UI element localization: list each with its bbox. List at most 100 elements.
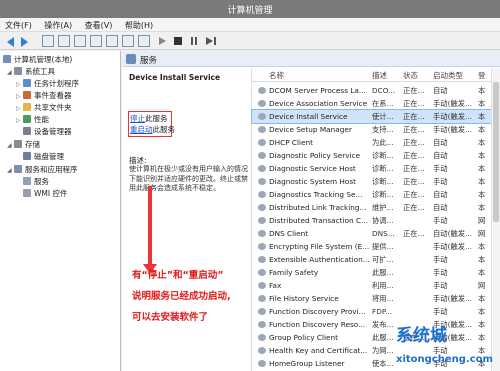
tree-task-scheduler[interactable]: ▷ 任务计划程序 <box>16 78 79 90</box>
service-gear-icon <box>258 295 266 302</box>
service-gear-icon <box>258 256 266 263</box>
refresh-icon[interactable] <box>90 35 102 47</box>
tree-services-apps[interactable]: ◢ 服务和应用程序 <box>7 164 78 176</box>
scrollbar-thumb[interactable] <box>493 82 499 222</box>
view-icon[interactable] <box>138 35 150 47</box>
service-name-cell: Fax <box>269 281 282 290</box>
expand-caret-icon[interactable]: ◢ <box>7 165 14 177</box>
service-startup-cell: 手动 <box>433 268 448 277</box>
restart-action: 重启动此服务 <box>130 125 175 134</box>
watermark: 系统城 xitongcheng.com <box>396 321 500 371</box>
menu-help[interactable]: 帮助(H) <box>120 18 158 31</box>
service-name-cell: Diagnostics Tracking Se... <box>269 190 363 199</box>
service-desc-cell: 协调... <box>372 216 394 225</box>
tree-disk-management[interactable]: 磁盘管理 <box>23 151 64 163</box>
column-name[interactable]: 名称 <box>269 70 284 81</box>
properties-icon[interactable] <box>74 35 86 47</box>
service-startup-cell: 自动 <box>433 86 448 95</box>
column-startup-type[interactable]: 启动类型 <box>433 70 463 81</box>
service-desc-cell: DNS... <box>372 229 395 238</box>
table-row[interactable]: Fax 利用... 手动 网 <box>252 279 492 292</box>
help-icon[interactable] <box>122 35 134 47</box>
collapse-caret-icon[interactable]: ▷ <box>16 115 23 127</box>
service-name-cell: Distributed Link Tracking... <box>269 203 367 212</box>
export-list-icon[interactable] <box>106 35 118 47</box>
restart-service-icon[interactable] <box>206 35 218 47</box>
service-gear-icon <box>258 126 266 133</box>
service-name-cell: Device Setup Manager <box>269 125 352 134</box>
tree-wmi[interactable]: WMI 控件 <box>23 188 67 200</box>
back-arrow-icon[interactable] <box>6 35 18 47</box>
service-startup-cell: 手动(触发... <box>433 112 472 121</box>
forward-arrow-icon[interactable] <box>20 35 32 47</box>
table-row[interactable]: Device Setup Manager 支持... 正在... 手动(触发... 本 <box>252 123 492 136</box>
service-logon-cell: 本 <box>478 242 486 251</box>
service-status-cell: 正在... <box>403 112 425 121</box>
disk-icon <box>23 152 31 160</box>
table-row[interactable]: Device Association Service 在系... 正在... 手动(触… <box>252 97 492 110</box>
table-row[interactable]: Encrypting File System (E... 提供... 手动(触发..… <box>252 240 492 253</box>
service-startup-cell: 自动(触发... <box>433 229 472 238</box>
menu-view[interactable]: 查看(V) <box>80 18 118 31</box>
tree-performance[interactable]: ▷ 性能 <box>16 114 49 126</box>
service-logon-cell: 本 <box>478 203 486 212</box>
tree-root[interactable]: 计算机管理(本地) <box>3 54 72 66</box>
tree-services[interactable]: 服务 <box>23 176 49 188</box>
table-row[interactable]: Diagnostic Policy Service 诊断... 正在... 自动 本 <box>252 149 492 162</box>
services-apps-icon <box>14 165 22 173</box>
restart-link[interactable]: 重启动 <box>130 125 153 134</box>
service-name-cell: Distributed Transaction C... <box>269 216 369 225</box>
table-row[interactable]: Distributed Link Tracking... 维护... 正在... 自动… <box>252 201 492 214</box>
service-desc-cell: 使计... <box>372 112 394 121</box>
service-logon-cell: 网 <box>478 229 486 238</box>
pause-service-icon[interactable] <box>188 35 200 47</box>
service-name-cell: Group Policy Client <box>269 333 338 342</box>
watermark-url: xitongcheng.com <box>396 354 493 365</box>
computer-icon <box>3 55 11 63</box>
stop-link[interactable]: 停止 <box>130 114 145 123</box>
table-row[interactable]: Distributed Transaction C... 协调... 手动 网 <box>252 214 492 227</box>
table-row[interactable]: Diagnostics Tracking Se... 诊断... 正在... 自动 本 <box>252 188 492 201</box>
tree-storage[interactable]: ◢ 存储 <box>7 139 40 151</box>
description-pane: Device Install Service 停止此服务 重启动此服务 描述: … <box>122 68 251 371</box>
service-desc-cell: FDP... <box>372 307 393 316</box>
red-arrow-annotation <box>143 186 157 274</box>
service-name-cell: Device Install Service <box>269 112 348 121</box>
service-status-cell: 正在... <box>403 151 425 160</box>
service-logon-cell: 本 <box>478 138 486 147</box>
table-row[interactable]: DCOM Server Process La... DCO... 正在... 自动 本 <box>252 84 492 97</box>
start-service-icon[interactable] <box>156 35 168 47</box>
expand-caret-icon[interactable]: ◢ <box>7 67 14 79</box>
table-row[interactable]: Family Safety 此服... 手动 本 <box>252 266 492 279</box>
table-row[interactable]: Extensible Authentication... 可扩... 手动 本 <box>252 253 492 266</box>
table-row[interactable]: Diagnostic System Host 诊断... 正在... 手动 本 <box>252 175 492 188</box>
tree-system-tools[interactable]: ◢ 系统工具 <box>7 66 55 78</box>
tree-device-manager[interactable]: 设备管理器 <box>23 126 72 138</box>
menu-action[interactable]: 操作(A) <box>39 18 77 31</box>
up-folder-icon[interactable] <box>42 35 54 47</box>
tree-shared-folders[interactable]: ▷ 共享文件夹 <box>16 102 72 114</box>
column-description[interactable]: 描述 <box>372 70 387 81</box>
toolbar <box>0 32 500 50</box>
stop-service-icon[interactable] <box>174 37 182 45</box>
service-name-cell: DHCP Client <box>269 138 314 147</box>
menu-file[interactable]: 文件(F) <box>0 18 37 31</box>
table-row[interactable]: DNS Client DNS... 正在... 自动(触发... 网 <box>252 227 492 240</box>
table-row[interactable]: File History Service 将用... 手动(触发... 本 <box>252 292 492 305</box>
service-name-cell: File History Service <box>269 294 339 303</box>
column-status[interactable]: 状态 <box>403 70 418 81</box>
annotation-line-1: 有“停止”和“重启动” <box>132 270 224 281</box>
tree-event-viewer[interactable]: ▷ 事件查看器 <box>16 90 72 102</box>
service-gear-icon <box>258 269 266 276</box>
service-startup-cell: 自动 <box>433 151 448 160</box>
service-desc-cell: 诊断... <box>372 151 394 160</box>
service-gear-icon <box>258 152 266 159</box>
table-row[interactable]: DHCP Client 为此... 正在... 自动 本 <box>252 136 492 149</box>
column-logon[interactable]: 登 <box>478 70 486 81</box>
expand-caret-icon[interactable]: ◢ <box>7 140 14 152</box>
table-row[interactable]: Device Install Service 使计... 正在... 手动(触发...… <box>251 109 493 124</box>
table-row[interactable]: Function Discovery Provi... FDP... 手动 本 <box>252 305 492 318</box>
show-tree-icon[interactable] <box>58 35 70 47</box>
table-row[interactable]: Diagnostic Service Host 诊断... 正在... 手动 本 <box>252 162 492 175</box>
service-name-cell: Diagnostic Policy Service <box>269 151 361 160</box>
